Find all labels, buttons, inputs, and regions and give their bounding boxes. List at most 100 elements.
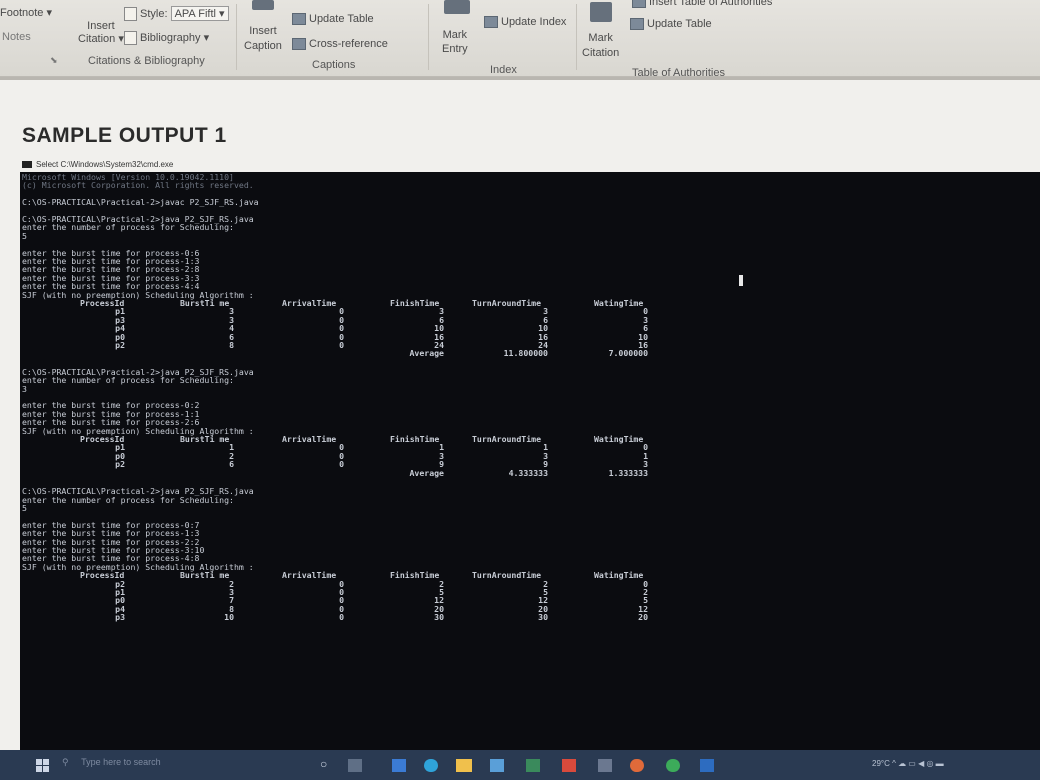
- page-title: SAMPLE OUTPUT 1: [22, 124, 227, 147]
- table-cell: 0: [339, 450, 344, 461]
- update-table-icon: [292, 13, 306, 26]
- cmd-icon: [22, 161, 32, 169]
- console-window-title: Select C:\Windows\System32\cmd.exe: [22, 160, 173, 169]
- table-header-cell: ArrivalTime: [282, 298, 337, 308]
- table-cell: 1: [229, 442, 234, 453]
- table-cell: 10: [224, 612, 234, 623]
- table-header-cell: WatingTime: [594, 570, 644, 581]
- table-cell: 8: [229, 340, 234, 350]
- table-cell: 20: [638, 612, 648, 623]
- table-header-cell: TurnAroundTime: [472, 434, 542, 445]
- console-line: enter the number of process for Scheduli…: [22, 222, 234, 233]
- table-cell: 6: [229, 459, 234, 470]
- captions-group-label: Captions: [312, 59, 356, 71]
- insert-citation-button[interactable]: Insert Citation ▾: [78, 20, 124, 46]
- table-header-cell: FinishTime: [390, 298, 440, 308]
- footnote-button[interactable]: Footnote ▾: [0, 6, 52, 19]
- edge-icon[interactable]: [392, 759, 406, 772]
- table-header-cell: WatingTime: [594, 434, 644, 445]
- mark-citation-button[interactable]: Mark Citation: [582, 31, 619, 61]
- average-value: 4.333333: [508, 467, 548, 478]
- table-cell: 6: [229, 331, 234, 342]
- task-view-icon[interactable]: ○: [320, 757, 327, 771]
- table-cell: 1: [643, 450, 648, 461]
- style-dropdown[interactable]: APA Fiftl ▾: [170, 6, 229, 21]
- table-cell: 3: [229, 314, 234, 325]
- table-cell: 0: [339, 459, 344, 470]
- update-index-button[interactable]: Update Index: [484, 16, 566, 29]
- notes-button[interactable]: Notes: [2, 31, 31, 43]
- table-cell: 30: [538, 612, 548, 623]
- insert-caption-button[interactable]: Insert Caption: [244, 24, 282, 54]
- table-cell: p2: [115, 340, 125, 350]
- table-header-cell: TurnAroundTime: [472, 570, 542, 581]
- file-explorer-icon[interactable]: [456, 759, 472, 772]
- table-cell: p2: [115, 459, 125, 470]
- office-icon[interactable]: [562, 759, 576, 772]
- chrome-icon[interactable]: [666, 759, 680, 772]
- average-value: 7.000000: [608, 348, 648, 359]
- style-icon: [124, 7, 137, 22]
- table-header-cell: BurstTi me: [180, 570, 230, 581]
- table-header-cell: FinishTime: [390, 434, 440, 445]
- table-header-cell: TurnAroundTime: [472, 298, 542, 308]
- table-cell: 3: [229, 306, 234, 317]
- widgets-icon[interactable]: [348, 759, 362, 772]
- start-button[interactable]: [36, 759, 49, 772]
- console-line: 5: [22, 502, 27, 513]
- console-output: Microsoft Windows [Version 10.0.19042.11…: [20, 172, 1040, 757]
- firefox-icon[interactable]: [630, 759, 644, 772]
- table-cell: 30: [434, 612, 444, 623]
- app-icon[interactable]: [526, 759, 540, 772]
- update-table-button[interactable]: Update Table: [292, 13, 374, 26]
- browser-icon[interactable]: [424, 759, 438, 772]
- table-cell: 7: [229, 595, 234, 606]
- table-cell: 1: [543, 442, 548, 453]
- insert-toa-button[interactable]: Insert Table of Authorities: [632, 0, 772, 9]
- insert-caption-icon: [252, 0, 274, 10]
- mark-citation-icon: [590, 2, 612, 22]
- table-cell: 2: [229, 578, 234, 589]
- table-cell: 0: [339, 314, 344, 325]
- search-icon: ⚲: [62, 757, 69, 767]
- document-page: SAMPLE OUTPUT 1 Select C:\Windows\System…: [0, 80, 1040, 757]
- console-line: enter the number of process for Scheduli…: [22, 494, 234, 505]
- table-cell: 0: [339, 306, 344, 317]
- table-cell: 2: [643, 586, 648, 597]
- cross-reference-icon: [292, 38, 306, 51]
- store-icon[interactable]: [490, 759, 504, 772]
- word-icon[interactable]: [700, 759, 714, 772]
- table-cell: 3: [439, 306, 444, 317]
- app-icon-2[interactable]: [598, 759, 612, 772]
- index-group-label: Index: [490, 64, 517, 76]
- windows-icon: [36, 759, 49, 772]
- style-selector[interactable]: Style: APA Fiftl ▾: [124, 6, 229, 22]
- mark-entry-button[interactable]: Mark Entry: [442, 28, 468, 56]
- citations-group-label: Citations & Bibliography: [88, 55, 205, 67]
- cross-reference-button[interactable]: Cross-reference: [292, 38, 388, 51]
- table-cell: 3: [229, 586, 234, 597]
- table-header-cell: WatingTime: [594, 298, 644, 308]
- table-cell: 1: [439, 442, 444, 453]
- table-cell: 2: [543, 578, 548, 589]
- average-label: Average: [409, 348, 444, 359]
- table-header-cell: FinishTime: [390, 570, 440, 581]
- table-header-cell: BurstTi me: [180, 434, 230, 445]
- table-cell: 3: [643, 314, 648, 325]
- dialog-launcher-icon[interactable]: ⬊: [50, 55, 58, 66]
- table-header-cell: ArrivalTime: [282, 570, 337, 581]
- update-toa-button[interactable]: Update Table: [630, 18, 712, 31]
- table-cell: 0: [643, 578, 648, 589]
- console-line: 5: [22, 230, 27, 241]
- table-header-cell: BurstTi me: [180, 298, 230, 308]
- taskbar: ⚲ Type here to search ○ 29°C ^ ☁ ▭ ◀ ◎ ▬: [0, 750, 1040, 780]
- table-cell: 0: [339, 595, 344, 606]
- taskbar-search[interactable]: ⚲ Type here to search: [62, 757, 212, 773]
- table-cell: 0: [339, 578, 344, 589]
- table-cell: 3: [543, 306, 548, 317]
- table-cell: 3: [543, 450, 548, 461]
- console-cursor: [739, 275, 743, 286]
- system-tray: 29°C ^ ☁ ▭ ◀ ◎ ▬: [872, 759, 944, 768]
- bibliography-icon: [124, 31, 137, 46]
- bibliography-button[interactable]: Bibliography ▾: [124, 31, 209, 46]
